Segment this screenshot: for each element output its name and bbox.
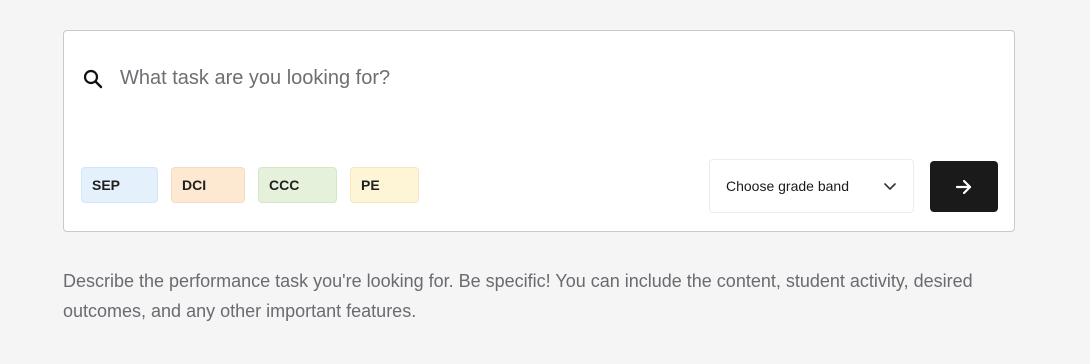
search-icon	[82, 68, 104, 90]
helper-text: Describe the performance task you're loo…	[63, 271, 973, 321]
search-input[interactable]	[120, 67, 900, 90]
grade-band-select[interactable]: Choose grade band	[709, 159, 914, 213]
tag-pe[interactable]: PE	[350, 167, 419, 203]
tag-filters: SEP DCI CCC PE	[81, 167, 419, 203]
chevron-down-icon	[883, 179, 897, 193]
submit-button[interactable]	[930, 161, 998, 212]
search-card: SEP DCI CCC PE Choose grade band	[63, 30, 1015, 232]
grade-band-label: Choose grade band	[726, 178, 849, 194]
tag-ccc[interactable]: CCC	[258, 167, 337, 203]
tag-dci[interactable]: DCI	[171, 167, 245, 203]
tag-sep[interactable]: SEP	[81, 167, 158, 203]
arrow-right-icon	[954, 177, 974, 197]
search-row	[82, 67, 900, 90]
